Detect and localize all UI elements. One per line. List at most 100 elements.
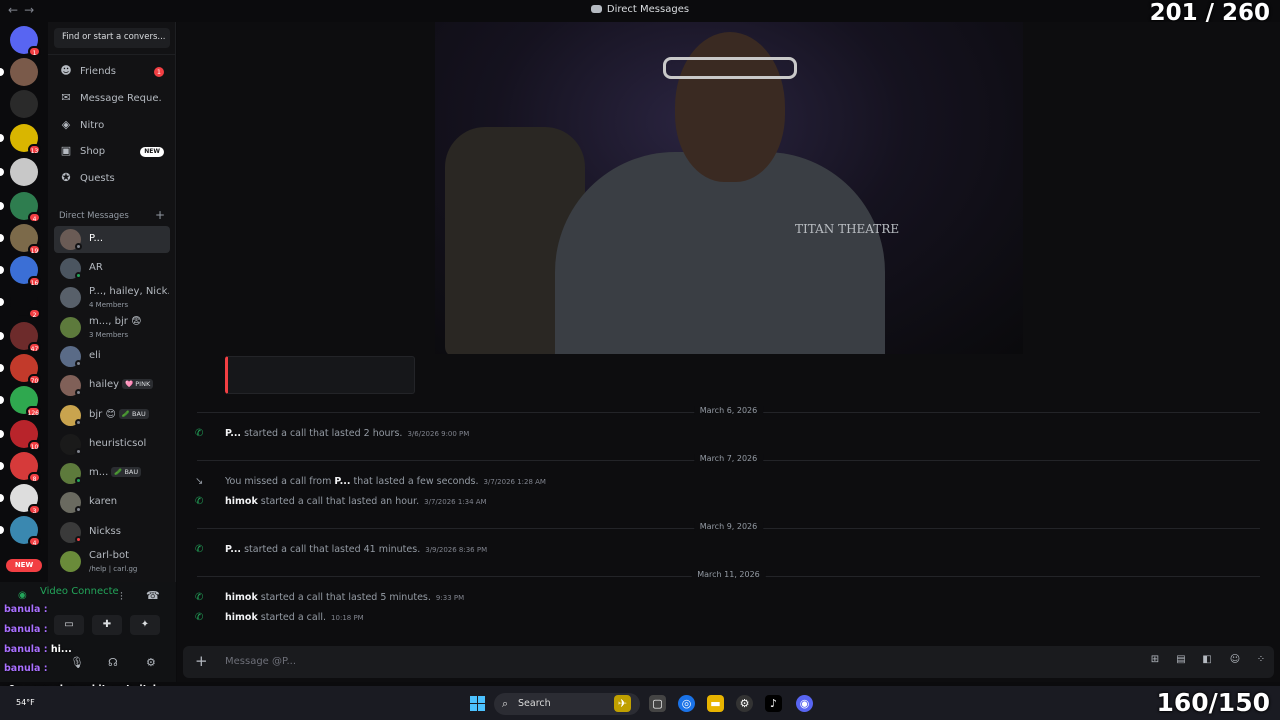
- unread-pip: [0, 202, 4, 210]
- unread-pip: [0, 298, 4, 306]
- headset-icon[interactable]: ☊: [108, 656, 118, 669]
- dm-item[interactable]: P..., hailey, Nick... 4 Members: [54, 284, 170, 311]
- soundboard-button[interactable]: ✦: [130, 615, 160, 635]
- nav-shop[interactable]: ▣ Shop NEW: [54, 140, 170, 164]
- mention-badge: 1: [28, 46, 41, 57]
- dm-name: eli: [89, 350, 101, 361]
- server-icon[interactable]: 4: [0, 192, 41, 223]
- dm-item[interactable]: heuristicsol: [54, 431, 170, 458]
- microphone-icon[interactable]: 🎙: [70, 656, 84, 669]
- discord-home-icon[interactable]: 1: [10, 26, 41, 57]
- server-icon[interactable]: 10: [0, 420, 41, 451]
- taskbar-game-icon[interactable]: ✈: [614, 695, 631, 712]
- gif-icon[interactable]: ▤: [1175, 654, 1187, 666]
- message-input[interactable]: Message @P...: [225, 656, 296, 667]
- date-label: March 11, 2026: [691, 570, 766, 579]
- emoji-icon[interactable]: ☺: [1229, 654, 1241, 666]
- dm-sidebar: Find or start a convers... ☻ Friends 1 ✉ Mes…: [48, 22, 176, 582]
- dm-item[interactable]: hailey 🩷 PINK: [54, 372, 170, 399]
- timestamp: 3/7/2026 1:28 AM: [483, 478, 546, 486]
- unread-pip: [0, 266, 4, 274]
- avatar: [60, 287, 81, 308]
- nav-label: Message Reque...: [80, 93, 162, 104]
- app-icon[interactable]: ⚙: [736, 695, 753, 712]
- phone-icon: ✆: [195, 592, 204, 603]
- dm-item[interactable]: m..., bjr 😨 3 Members: [54, 314, 170, 341]
- caller-name[interactable]: himok: [225, 612, 258, 623]
- caller-name[interactable]: himok: [225, 496, 258, 507]
- nav-friends[interactable]: ☻ Friends 1: [54, 60, 170, 84]
- server-icon[interactable]: 3: [0, 484, 41, 515]
- server-icon[interactable]: 2: [0, 288, 41, 319]
- date-separator: March 6, 2026: [197, 406, 1260, 415]
- dm-item[interactable]: Carl-bot/help | carl.gg: [54, 548, 170, 575]
- discord-taskbar-icon[interactable]: ◉: [796, 695, 813, 712]
- sticker-icon[interactable]: ◧: [1201, 654, 1213, 666]
- nav-label: Friends: [80, 66, 116, 77]
- server-icon[interactable]: [0, 158, 38, 186]
- dm-item[interactable]: P...: [54, 226, 170, 253]
- caller-name[interactable]: himok: [225, 592, 258, 603]
- stream-chat-line: banula :: [4, 624, 48, 635]
- server-icon[interactable]: 126: [0, 386, 41, 417]
- server-icon[interactable]: 47: [0, 322, 41, 353]
- disconnect-icon[interactable]: ☎: [146, 589, 160, 602]
- gift-icon[interactable]: ⊞: [1149, 654, 1161, 666]
- nav-message-reque[interactable]: ✉ Message Reque...: [54, 87, 170, 111]
- caller-name[interactable]: P...: [225, 428, 241, 439]
- dm-subtitle: 4 Members: [89, 301, 129, 309]
- dm-subtitle: /help | carl.gg: [89, 565, 138, 573]
- nav-nitro[interactable]: ◈ Nitro: [54, 114, 170, 138]
- dm-name: P...: [89, 233, 104, 244]
- server-icon[interactable]: 16: [0, 256, 41, 287]
- tiktok-icon[interactable]: ♪: [765, 695, 782, 712]
- dm-item[interactable]: m... 🥒 BAU: [54, 460, 170, 487]
- file-explorer-icon[interactable]: ▬: [707, 695, 724, 712]
- video-stream[interactable]: TITAN THEATRE: [435, 22, 1023, 354]
- chat-user: banula :: [4, 644, 48, 655]
- mail-icon: ✉: [61, 91, 71, 104]
- status-indicator: [75, 272, 82, 279]
- server-icon[interactable]: 13: [0, 124, 41, 155]
- caller-name[interactable]: P...: [334, 476, 350, 487]
- dm-name: hailey 🩷 PINK: [89, 379, 169, 390]
- dm-item[interactable]: eli: [54, 343, 170, 370]
- create-dm-icon[interactable]: +: [155, 208, 165, 222]
- chat-user: banula :: [4, 663, 48, 674]
- dm-item[interactable]: AR: [54, 255, 170, 282]
- chrome-icon[interactable]: ◎: [678, 695, 695, 712]
- caller-name[interactable]: P...: [225, 544, 241, 555]
- dm-name: m... 🥒 BAU: [89, 467, 169, 478]
- attach-plus-icon[interactable]: +: [195, 652, 208, 670]
- noise-suppression-icon[interactable]: ⫶: [120, 590, 123, 604]
- new-servers-pill[interactable]: NEW: [6, 559, 42, 572]
- settings-gear-icon[interactable]: ⚙: [146, 656, 156, 669]
- missed-call-icon: ↘: [195, 476, 204, 487]
- find-conversation-button[interactable]: Find or start a convers...: [54, 28, 170, 48]
- dm-name: bjr 😊 🥒 BAU: [89, 409, 169, 420]
- nav-quests[interactable]: ✪ Quests: [54, 167, 170, 191]
- activity-button[interactable]: ✚: [92, 615, 122, 635]
- dm-name: karen: [89, 496, 118, 507]
- status-indicator: [75, 243, 82, 250]
- windows-start-icon[interactable]: [470, 696, 485, 711]
- date-separator: March 11, 2026: [197, 570, 1260, 579]
- server-icon[interactable]: 4: [0, 516, 41, 547]
- date-separator: March 7, 2026: [197, 454, 1260, 463]
- server-icon[interactable]: 8: [0, 452, 41, 483]
- camera-button[interactable]: ▭: [54, 615, 84, 635]
- phone-icon: ✆: [195, 544, 204, 555]
- taskview-icon[interactable]: ▢: [649, 695, 666, 712]
- dm-item[interactable]: karen: [54, 489, 170, 516]
- server-icon[interactable]: 19: [0, 224, 41, 255]
- server-icon[interactable]: [10, 90, 38, 118]
- server-icon[interactable]: [0, 58, 38, 86]
- mention-badge: 8: [28, 472, 41, 483]
- server-icon[interactable]: 70: [0, 354, 41, 385]
- call-text: started a call that lasted an hour.: [260, 496, 420, 507]
- message-composer[interactable]: + Message @P... ⊞ ▤ ◧ ☺ ⁘: [183, 646, 1274, 678]
- unread-pip: [0, 494, 4, 502]
- apps-icon[interactable]: ⁘: [1255, 654, 1267, 666]
- dm-item[interactable]: bjr 😊 🥒 BAU: [54, 402, 170, 429]
- dm-item[interactable]: Nickss: [54, 519, 170, 546]
